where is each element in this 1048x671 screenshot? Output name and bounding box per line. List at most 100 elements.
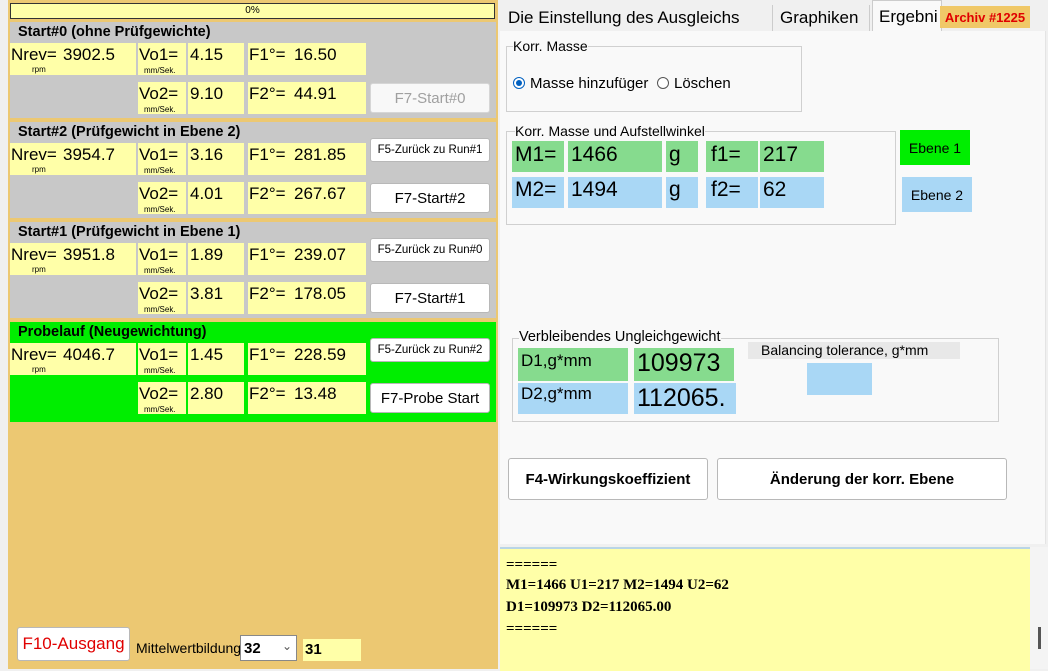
averaging-count: 31	[303, 639, 361, 661]
tab-einstellung[interactable]: Die Einstellung des Ausgleichs	[508, 5, 773, 31]
log-line: ======	[506, 557, 558, 573]
m1-unit: g	[666, 141, 698, 172]
vo1-value: 3.16	[190, 145, 224, 164]
nrev-cell: Nrev= 3951.8 rpm	[10, 243, 136, 275]
vo2-value-cell: 2.80	[188, 382, 244, 414]
radio-add-mass[interactable]	[513, 77, 525, 89]
vo1-label: Vo1=	[139, 245, 179, 264]
log-line: D1=109973 D2=112065.00	[506, 599, 672, 615]
vo1-unit: mm/Sek.	[144, 166, 176, 175]
scrollbar-thumb[interactable]	[1038, 627, 1041, 649]
nrev-label: Nrev=	[11, 45, 57, 64]
f1-label: F1°=	[249, 345, 286, 364]
vo2-unit: mm/Sek.	[144, 405, 176, 414]
ebene1-button[interactable]: Ebene 1	[900, 130, 970, 165]
section-start0: Start#0 (ohne Prüfgewichte) Nrev= 3902.5…	[10, 22, 496, 118]
section-title: Start#0 (ohne Prüfgewichte)	[18, 24, 211, 40]
vo1-value-cell: 1.45	[188, 343, 244, 375]
f1-cell: F1°= 16.50	[248, 43, 366, 75]
f2-value: 13.48	[294, 384, 337, 403]
vo2-label: Vo2=	[139, 84, 179, 103]
f4-coefficient-button[interactable]: F4-Wirkungskoeffizient	[508, 458, 708, 500]
vo2-cell: Vo2= mm/Sek.	[138, 82, 186, 114]
f1-cell: F1°= 281.85	[248, 143, 366, 175]
vo2-value: 9.10	[190, 84, 224, 103]
section-title: Start#2 (Prüfgewicht in Ebene 2)	[18, 124, 241, 140]
f2-label: F2°=	[249, 184, 286, 203]
log-scrollbar[interactable]	[1030, 547, 1048, 669]
vo2-value: 2.80	[190, 384, 224, 403]
korr-masse-title: Korr. Masse	[513, 38, 588, 54]
nrev-cell: Nrev= 3902.5 rpm	[10, 43, 136, 75]
vo2-value-cell: 9.10	[188, 82, 244, 114]
vo2-value: 3.81	[190, 284, 224, 303]
d2-label: D2,g*mm	[518, 383, 628, 414]
nrev-value: 3954.7	[63, 145, 115, 164]
change-plane-button[interactable]: Änderung der korr. Ebene	[717, 458, 1007, 500]
vo1-unit: mm/Sek.	[144, 266, 176, 275]
rpm-unit: rpm	[32, 365, 46, 374]
vo2-value-cell: 3.81	[188, 282, 244, 314]
rpm-unit: rpm	[32, 165, 46, 174]
tab-ergebnis[interactable]: Ergebni	[872, 0, 942, 31]
f1-angle-value: 217	[760, 141, 824, 172]
vo2-unit: mm/Sek.	[144, 105, 176, 114]
archive-badge: Archiv #1225	[940, 6, 1030, 28]
f5-back-run2-button[interactable]: F5-Zurück zu Run#2	[370, 338, 490, 362]
korr-winkel-title: Korr. Masse und Aufstellwinkel	[515, 123, 705, 139]
m2-value: 1494	[568, 177, 662, 208]
result-log: ====== M1=1466 U1=217 M2=1494 U2=62 D1=1…	[500, 547, 1030, 671]
f10-exit-button[interactable]: F10-Ausgang	[17, 627, 130, 661]
f7-probe-start-button[interactable]: F7-Probe Start	[370, 383, 490, 413]
vo2-unit: mm/Sek.	[144, 205, 176, 214]
section-title: Start#1 (Prüfgewicht in Ebene 1)	[18, 224, 241, 240]
f2-angle-value: 62	[760, 177, 824, 208]
tolerance-input[interactable]	[807, 363, 872, 395]
radio-delete-label: Löschen	[674, 75, 731, 92]
m1-value: 1466	[568, 141, 662, 172]
log-line: M1=1466 U1=217 M2=1494 U2=62	[506, 577, 729, 593]
m1-label: M1=	[512, 141, 564, 172]
vo2-label: Vo2=	[139, 184, 179, 203]
section-probe: Probelauf (Neugewichtung) Nrev= 4046.7 r…	[10, 322, 496, 422]
f7-start0-button[interactable]: F7-Start#0	[370, 83, 490, 113]
f1-value: 281.85	[294, 145, 346, 164]
rpm-unit: rpm	[32, 65, 46, 74]
section-start1: Start#1 (Prüfgewicht in Ebene 1) Nrev= 3…	[10, 222, 496, 318]
nrev-label: Nrev=	[11, 145, 57, 164]
radio-delete[interactable]	[657, 77, 669, 89]
f2-label: F2°=	[249, 284, 286, 303]
section-start2: Start#2 (Prüfgewicht in Ebene 2) Nrev= 3…	[10, 122, 496, 218]
vo2-label: Vo2=	[139, 284, 179, 303]
f1-value: 239.07	[294, 245, 346, 264]
nrev-cell: Nrev= 3954.7 rpm	[10, 143, 136, 175]
radio-dot	[516, 80, 522, 86]
vo1-value: 1.45	[190, 345, 224, 364]
tab-graphiken[interactable]: Graphiken	[780, 5, 870, 31]
d1-value: 109973	[634, 348, 734, 381]
f2-cell: F2°= 178.05	[248, 282, 366, 314]
vo1-label: Vo1=	[139, 45, 179, 64]
f2-cell: F2°= 13.48	[248, 382, 366, 414]
f5-back-run1-button[interactable]: F5-Zurück zu Run#1	[370, 138, 490, 162]
section-title: Probelauf (Neugewichtung)	[18, 324, 207, 340]
unbalance-title: Verbleibendes Ungleichgewicht	[519, 329, 721, 345]
ebene2-button[interactable]: Ebene 2	[902, 177, 972, 212]
f5-back-run0-button[interactable]: F5-Zurück zu Run#0	[370, 238, 490, 262]
log-line: ======	[506, 621, 558, 637]
vo2-value-cell: 4.01	[188, 182, 244, 214]
f1-cell: F1°= 239.07	[248, 243, 366, 275]
f7-start1-button[interactable]: F7-Start#1	[370, 283, 490, 313]
d2-value: 112065.	[634, 383, 736, 414]
nrev-value: 4046.7	[63, 345, 115, 364]
vo1-cell: Vo1= mm/Sek.	[138, 143, 186, 175]
nrev-cell: Nrev= 4046.7 rpm	[10, 343, 136, 375]
averaging-select[interactable]: 32 ⌄	[240, 635, 297, 661]
f2-value: 44.91	[294, 84, 337, 103]
f2-angle-label: f2=	[706, 177, 758, 208]
vo1-unit: mm/Sek.	[144, 66, 176, 75]
radio-add-mass-label: Masse hinzufüger	[530, 75, 649, 92]
vo1-cell: Vo1= mm/Sek.	[138, 243, 186, 275]
vo2-cell: Vo2= mm/Sek.	[138, 382, 186, 414]
f7-start2-button[interactable]: F7-Start#2	[370, 183, 490, 213]
